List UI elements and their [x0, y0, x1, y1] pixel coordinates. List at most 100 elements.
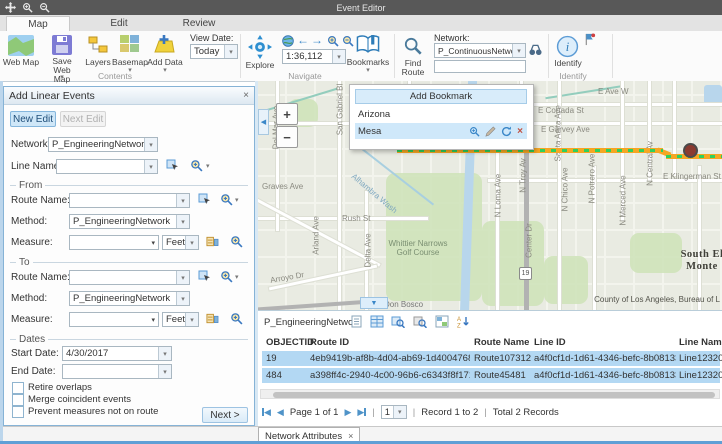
next-edit-button[interactable]: Next Edit: [60, 111, 106, 127]
globe-icon[interactable]: [282, 35, 294, 47]
search-route-icon[interactable]: [220, 270, 233, 283]
identify-flag-icon[interactable]: [584, 33, 596, 46]
network-select[interactable]: P_EngineeringNetwork▾: [48, 137, 158, 152]
search-line-icon[interactable]: [190, 159, 203, 172]
retire-overlaps-checkbox[interactable]: [12, 382, 24, 394]
zoom-in-map-icon[interactable]: [327, 35, 339, 47]
tab-map[interactable]: Map: [6, 16, 70, 32]
from-unit-select[interactable]: Feet▾: [162, 235, 199, 250]
zoom-to-selected-icon[interactable]: [391, 315, 405, 328]
merge-coincident-checkbox[interactable]: [12, 394, 24, 406]
basemap-icon[interactable]: [120, 35, 140, 54]
table-row[interactable]: 484 a398ff4c-2940-4c00-96b6-c6343f8f1711…: [262, 368, 720, 383]
web-map-button[interactable]: Web Map: [0, 58, 42, 67]
back-arrow-icon[interactable]: ←: [297, 33, 309, 47]
save-web-map-icon[interactable]: [52, 35, 72, 55]
bookmark-item-arizona[interactable]: Arizona: [355, 107, 527, 121]
next-page-button[interactable]: ▶: [344, 407, 351, 418]
web-map-icon[interactable]: [8, 35, 34, 56]
search-route-caret[interactable]: ▾: [235, 275, 239, 281]
search-line-caret[interactable]: ▾: [206, 164, 210, 170]
bookmark-item-mesa[interactable]: Mesa ×: [355, 123, 527, 139]
col-header-line-id[interactable]: Line ID: [534, 337, 566, 348]
col-header-route-name[interactable]: Route Name: [474, 337, 529, 348]
horizontal-scrollbar[interactable]: [260, 389, 720, 399]
pan-icon[interactable]: [5, 2, 17, 13]
chevron-down-icon[interactable]: ▾: [151, 239, 155, 247]
bookmarks-button[interactable]: Bookmarks: [346, 58, 390, 67]
layers-button[interactable]: Layers: [82, 58, 114, 67]
to-measure-input[interactable]: ▾: [69, 312, 159, 327]
map-zoom-in-button[interactable]: +: [276, 103, 298, 125]
add-bookmark-button[interactable]: Add Bookmark: [355, 89, 527, 104]
select-on-map-icon[interactable]: [166, 159, 180, 172]
route-end-marker[interactable]: [683, 143, 698, 158]
measure-tool-icon[interactable]: [206, 235, 219, 248]
basemap-button[interactable]: Basemap: [112, 58, 148, 67]
find-route-value-input[interactable]: [434, 60, 526, 73]
to-unit-select[interactable]: Feet▾: [162, 312, 199, 327]
scrollbar-thumb[interactable]: [273, 392, 715, 398]
prevent-measures-checkbox[interactable]: [12, 406, 24, 418]
next-button[interactable]: Next >: [202, 407, 248, 423]
switch-selection-icon[interactable]: [435, 315, 449, 328]
measure-tool-icon[interactable]: [206, 312, 219, 325]
search-route-caret[interactable]: ▾: [235, 198, 239, 204]
binoculars-icon[interactable]: [529, 44, 542, 56]
table-row[interactable]: 19 4eb9419b-af8b-4d04-ab69-1d400476802b …: [262, 351, 720, 366]
select-on-map-icon[interactable]: [198, 193, 212, 206]
add-data-icon[interactable]: [152, 34, 176, 54]
end-date-select[interactable]: ▾: [62, 364, 172, 379]
identify-button[interactable]: Identify: [550, 59, 586, 68]
find-route-network-select[interactable]: P_ContinuousNetwork▾: [434, 43, 526, 58]
page-number-select[interactable]: 1▾: [381, 405, 407, 419]
refresh-bookmark-icon[interactable]: [501, 126, 512, 137]
bookmarks-icon[interactable]: [356, 35, 380, 54]
collapse-table-button[interactable]: ▼: [360, 297, 388, 309]
pan-to-selected-icon[interactable]: [413, 315, 427, 328]
tab-edit[interactable]: Edit: [88, 16, 150, 31]
view-date-select[interactable]: Today▾: [190, 44, 238, 59]
edit-bookmark-icon[interactable]: [485, 126, 496, 137]
close-tab-icon[interactable]: ×: [348, 431, 353, 441]
find-route-button[interactable]: Find Route: [398, 59, 428, 77]
from-measure-input[interactable]: ▾: [69, 235, 159, 250]
search-measure-icon[interactable]: [230, 312, 243, 325]
explore-button[interactable]: Explore: [242, 61, 278, 70]
chevron-down-icon[interactable]: ▾: [151, 316, 155, 324]
forward-arrow-icon[interactable]: →: [311, 33, 323, 47]
map-scale-select[interactable]: 1:36,112▾: [282, 49, 346, 64]
col-header-line-name[interactable]: Line Name: [679, 337, 722, 348]
open-table-icon[interactable]: [370, 315, 384, 328]
search-route-icon[interactable]: [220, 193, 233, 206]
tab-review[interactable]: Review: [168, 16, 230, 31]
select-record-icon[interactable]: [350, 315, 364, 328]
remove-bookmark-icon[interactable]: ×: [517, 126, 523, 137]
last-page-button[interactable]: ▶: [357, 407, 366, 418]
from-route-name-select[interactable]: ▾: [69, 193, 190, 208]
identify-icon[interactable]: i: [556, 35, 579, 58]
to-route-name-select[interactable]: ▾: [69, 270, 190, 285]
col-header-objectid[interactable]: OBJECTID: [266, 337, 314, 348]
zoom-to-bookmark-icon[interactable]: [469, 126, 480, 137]
line-name-select[interactable]: ▾: [56, 159, 158, 174]
start-date-select[interactable]: 4/30/2017▾: [62, 346, 172, 361]
to-method-select[interactable]: P_EngineeringNetwork▾: [69, 291, 190, 306]
zoom-out-icon[interactable]: [39, 2, 51, 13]
map-zoom-out-button[interactable]: −: [276, 126, 298, 148]
col-header-route-id[interactable]: Route ID: [310, 337, 349, 348]
add-data-button[interactable]: Add Data: [146, 58, 184, 67]
layers-icon[interactable]: [88, 36, 108, 54]
zoom-out-map-icon[interactable]: [342, 35, 354, 47]
select-on-map-icon[interactable]: [198, 270, 212, 283]
sort-records-icon[interactable]: AZ: [456, 315, 470, 328]
explore-icon[interactable]: [248, 35, 272, 59]
search-measure-icon[interactable]: [230, 235, 243, 248]
new-edit-button[interactable]: New Edit: [10, 111, 56, 127]
prev-page-button[interactable]: ◀: [277, 407, 284, 418]
find-route-icon[interactable]: [404, 37, 422, 55]
zoom-in-icon[interactable]: [22, 2, 34, 13]
close-panel-icon[interactable]: ×: [243, 90, 249, 101]
first-page-button[interactable]: ◀: [262, 407, 271, 418]
from-method-select[interactable]: P_EngineeringNetwork▾: [69, 214, 190, 229]
